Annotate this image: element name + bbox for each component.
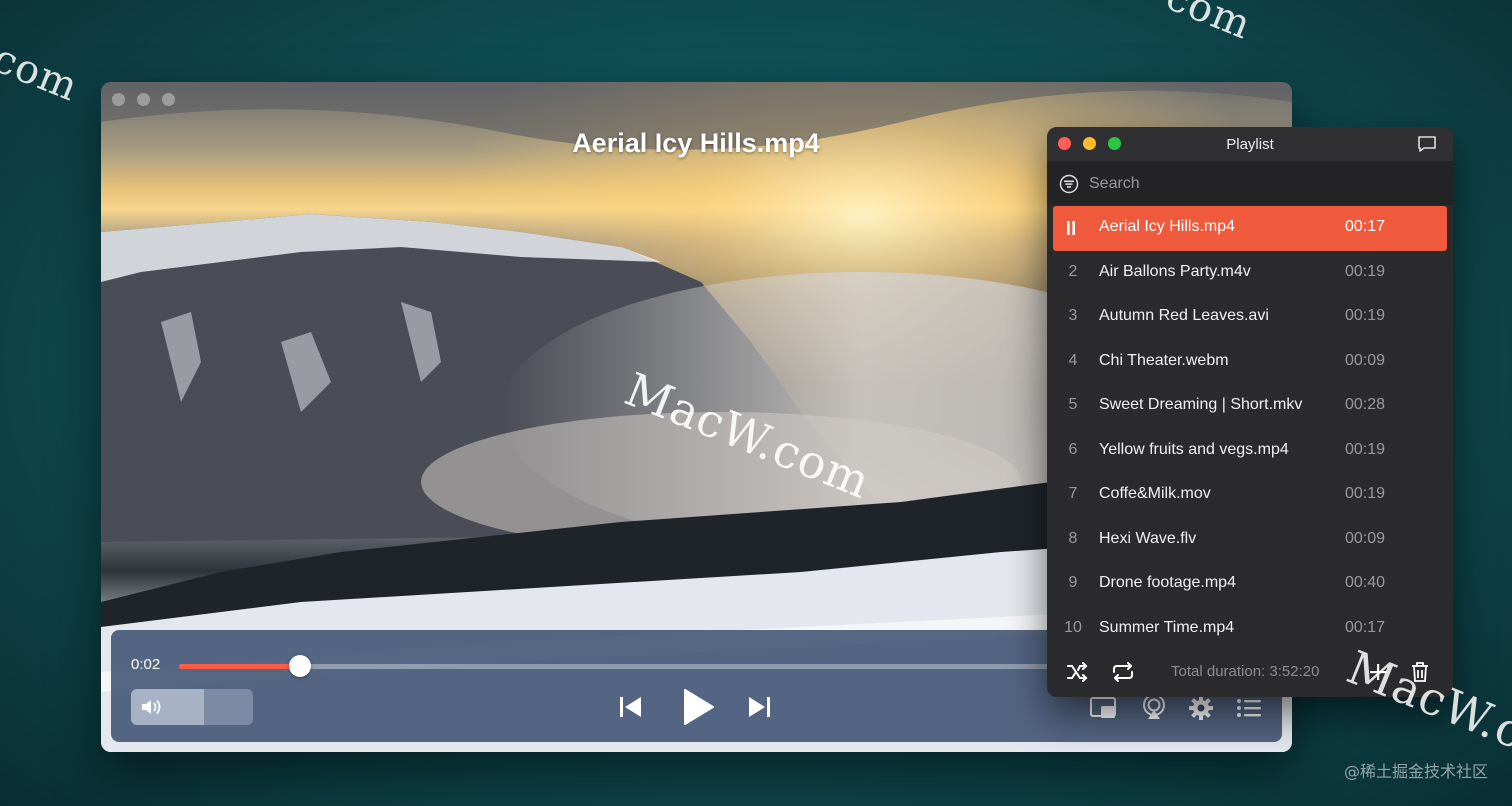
settings-button[interactable]: [1186, 693, 1216, 723]
track-duration: 00:19: [1345, 262, 1386, 280]
current-time: 0:02: [131, 656, 161, 673]
pip-icon: [1090, 697, 1116, 718]
track-duration: 00:28: [1345, 396, 1386, 413]
shuffle-icon: [1067, 662, 1088, 682]
next-icon: [749, 697, 770, 717]
credit-label: @稀土掘金技术社区: [1343, 762, 1488, 781]
pause-icon: [1067, 221, 1075, 235]
track-duration: 00:09: [1345, 351, 1386, 369]
search-bar: [1047, 161, 1453, 205]
track-number: 3: [1068, 307, 1078, 324]
repeat-icon: [1113, 662, 1133, 682]
playlist-row-active[interactable]: Aerial Icy Hills.mp4 00:17: [1053, 206, 1447, 251]
playlist-row[interactable]: 3 Autumn Red Leaves.avi 00:19: [1047, 295, 1453, 340]
filter-icon[interactable]: [1059, 174, 1079, 194]
playlist-row[interactable]: 7 Coffe&Milk.mov 00:19: [1047, 473, 1453, 518]
track-name: Autumn Red Leaves.avi: [1099, 307, 1269, 324]
next-button[interactable]: [745, 692, 773, 722]
track-name: Air Ballons Party.m4v: [1099, 262, 1251, 280]
track-duration: 00:17: [1345, 618, 1386, 636]
watermark-top-left: com: [0, 35, 85, 111]
progress-fill: [179, 664, 300, 669]
track-number: 10: [1064, 618, 1082, 636]
playlist-row[interactable]: 6 Yellow fruits and vegs.mp4 00:19: [1047, 429, 1453, 474]
track-number: 8: [1068, 529, 1078, 547]
play-button[interactable]: [678, 686, 718, 728]
track-name: Coffe&Milk.mov: [1099, 485, 1211, 502]
total-duration: Total duration: 3:52:20: [1171, 663, 1320, 680]
track-name: Summer Time.mp4: [1099, 618, 1235, 636]
close-dot[interactable]: [112, 93, 125, 106]
playlist-titlebar: Playlist: [1047, 127, 1453, 161]
playlist-row[interactable]: 2 Air Ballons Party.m4v 00:19: [1047, 251, 1453, 296]
playlist-row[interactable]: 4 Chi Theater.webm 00:09: [1047, 340, 1453, 385]
track-number: 6: [1068, 440, 1078, 458]
shuffle-button[interactable]: [1065, 659, 1091, 685]
previous-icon: [620, 697, 641, 717]
volume-slider[interactable]: [131, 689, 253, 725]
track-name: Aerial Icy Hills.mp4: [1099, 218, 1236, 235]
repeat-button[interactable]: [1110, 659, 1136, 685]
airplay-icon: [1143, 694, 1165, 719]
track-duration: 00:19: [1345, 485, 1386, 502]
playlist-row[interactable]: 9 Drone footage.mp4 00:40: [1047, 562, 1453, 607]
watermark-top-right: com: [1159, 0, 1258, 49]
window-controls: [112, 93, 175, 106]
track-name: Sweet Dreaming | Short.mkv: [1099, 396, 1303, 413]
pip-button[interactable]: [1088, 694, 1118, 722]
track-duration: 00:40: [1345, 574, 1386, 591]
gear-icon: [1189, 696, 1213, 720]
track-duration: 00:17: [1345, 218, 1386, 235]
playlist-title: Playlist: [1226, 136, 1274, 153]
playlist-panel: Playlist Aerial Icy Hills.mp4 00:17 2 Air B…: [1047, 127, 1453, 697]
track-number: 4: [1068, 351, 1078, 369]
playlist-row[interactable]: 10 Summer Time.mp4 00:17: [1047, 607, 1453, 652]
speaker-icon: [142, 699, 161, 715]
playlist-button[interactable]: [1234, 694, 1264, 722]
playlist-row[interactable]: 5 Sweet Dreaming | Short.mkv 00:28: [1047, 384, 1453, 429]
track-number: 5: [1068, 396, 1078, 413]
track-duration: 00:19: [1345, 307, 1386, 324]
track-number: 7: [1068, 485, 1078, 502]
track-name: Chi Theater.webm: [1099, 351, 1229, 369]
search-input[interactable]: [1087, 169, 1431, 199]
play-icon: [684, 689, 714, 725]
minimize-dot[interactable]: [137, 93, 150, 106]
zoom-dot[interactable]: [162, 93, 175, 106]
playlist-row[interactable]: 8 Hexi Wave.flv 00:09: [1047, 518, 1453, 563]
playlist-list: Aerial Icy Hills.mp4 00:17 2 Air Ballons Pa…: [1047, 206, 1453, 651]
track-name: Drone footage.mp4: [1099, 574, 1236, 591]
previous-button[interactable]: [617, 692, 645, 722]
chat-icon[interactable]: [1417, 135, 1437, 153]
track-number: 2: [1068, 262, 1078, 280]
track-duration: 00:09: [1345, 529, 1386, 547]
track-name: Hexi Wave.flv: [1099, 529, 1197, 547]
list-icon: [1237, 699, 1261, 717]
track-duration: 00:19: [1345, 440, 1386, 458]
track-name: Yellow fruits and vegs.mp4: [1099, 440, 1289, 458]
track-number: 9: [1068, 574, 1078, 591]
progress-knob[interactable]: [289, 655, 311, 677]
